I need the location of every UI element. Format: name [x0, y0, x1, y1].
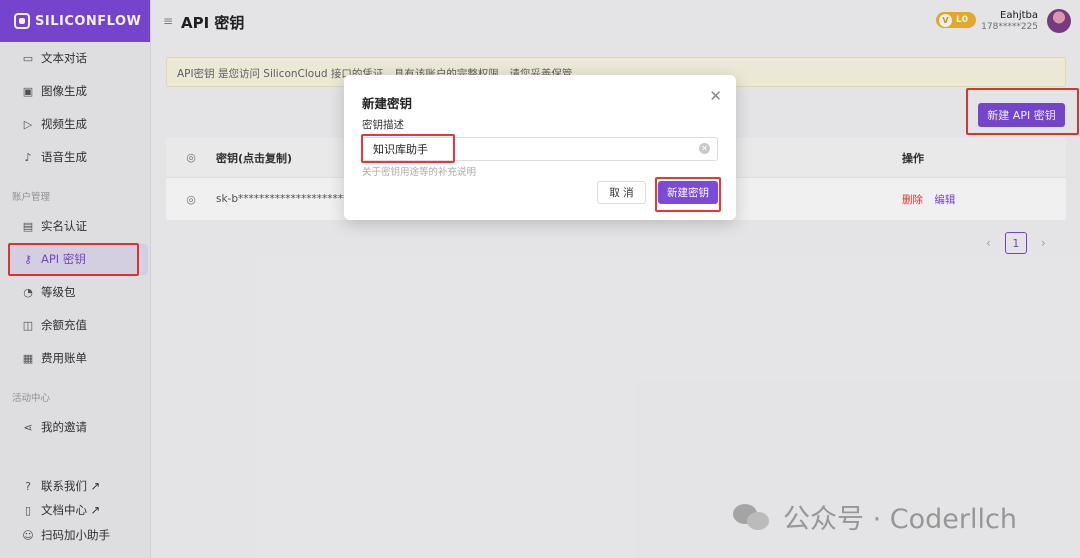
watermark-text: 公众号 · Coderllch — [783, 504, 1017, 535]
cancel-button[interactable]: 取 消 — [597, 181, 646, 204]
new-key-dialog: 新建密钥 ✕ 密钥描述 ✕ 关于密钥用途等的补充说明 取 消 新建密钥 — [344, 75, 736, 220]
highlight-box-input — [361, 134, 455, 163]
input-help-text: 关于密钥用途等的补充说明 — [362, 167, 477, 178]
wechat-icon — [733, 502, 773, 532]
watermark: 公众号 · Coderllch — [733, 497, 1017, 536]
highlight-box-create — [655, 177, 721, 212]
close-icon[interactable]: ✕ — [709, 87, 722, 105]
dialog-title: 新建密钥 — [362, 96, 413, 111]
clear-input-icon[interactable]: ✕ — [699, 143, 710, 154]
key-description-label: 密钥描述 — [362, 119, 404, 131]
